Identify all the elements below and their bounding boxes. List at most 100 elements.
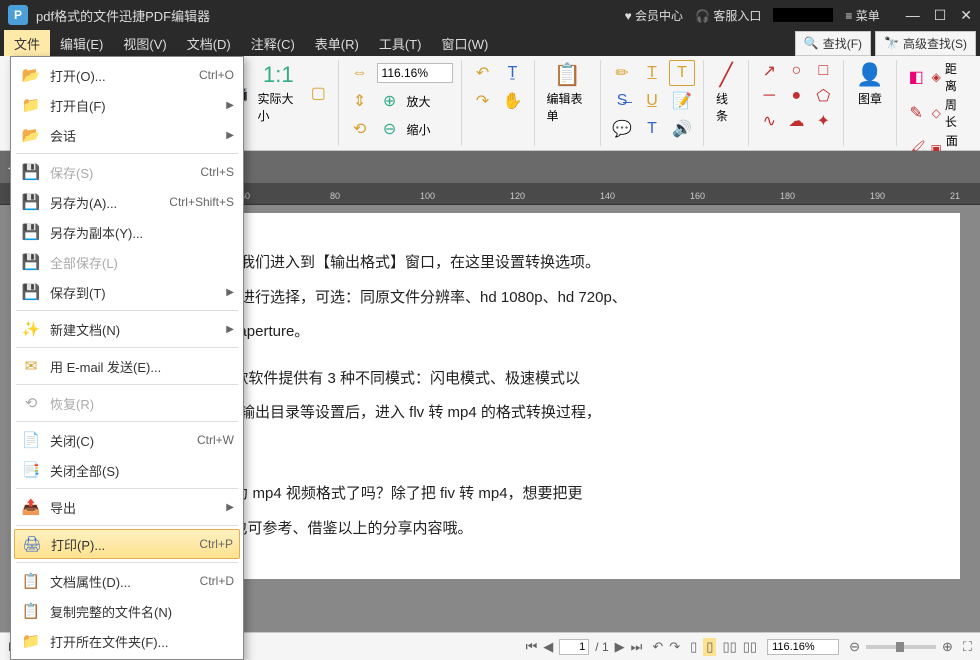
restore-icon: ⟲ — [20, 394, 42, 412]
stamp-button[interactable]: 👤 图章 — [852, 60, 887, 109]
zoom-combo[interactable] — [377, 63, 453, 83]
redo-icon[interactable]: ↷ — [470, 88, 496, 114]
text-highlight-icon[interactable]: T̲ — [639, 60, 665, 86]
form-icon: 📋 — [554, 62, 581, 88]
text-box-icon[interactable]: T — [669, 60, 695, 86]
callout-icon[interactable]: 💬 — [609, 116, 635, 142]
actual-size-button[interactable]: 1:1 实际大小 — [254, 60, 304, 126]
menu-comment[interactable]: 注释(C) — [241, 30, 305, 57]
advanced-find-button[interactable]: 🔭高级查找(S) — [875, 31, 976, 56]
menu-window[interactable]: 窗口(W) — [431, 30, 498, 57]
search-icon: 🔍 — [804, 36, 819, 50]
polygon-icon[interactable]: ⬠ — [811, 85, 835, 107]
layout-single-icon[interactable]: ▯ — [690, 639, 697, 655]
eraser-icon[interactable]: ◧ — [905, 64, 928, 90]
fit-height-icon[interactable]: ⇕ — [347, 88, 373, 114]
find-button[interactable]: 🔍查找(F) — [795, 31, 871, 56]
titlebar: P pdf格式的文件迅捷PDF编辑器 ♥ 会员中心 🎧 客服入口 ≡ 菜单 — … — [0, 0, 980, 30]
highlight-icon[interactable]: ✏ — [609, 60, 635, 86]
pencil-icon[interactable]: ✎ — [905, 100, 928, 126]
page-total: / 1 — [595, 640, 608, 654]
layout-facing-icon[interactable]: ▯▯ — [722, 639, 736, 655]
prev-page-icon[interactable]: ◀ — [543, 639, 553, 655]
file-menu-dropdown: 📂打开(O)...Ctrl+O 📁打开自(F)▶ 📂会话▶ 💾保存(S)Ctrl… — [10, 56, 244, 660]
cloud-icon[interactable]: ☁ — [784, 110, 808, 132]
menu-edit[interactable]: 编辑(E) — [50, 30, 113, 57]
square-icon[interactable]: □ — [811, 60, 835, 82]
underline-icon[interactable]: U̲ — [639, 88, 665, 114]
hamburger-menu[interactable]: ≡ 菜单 — [845, 7, 879, 24]
session-icon: 📂 — [20, 126, 42, 144]
minimize-button[interactable]: — — [906, 7, 920, 24]
zoom-slider[interactable] — [866, 645, 936, 649]
distance-icon[interactable]: ◈ — [932, 70, 941, 84]
close-window-button[interactable]: ✕ — [960, 7, 972, 24]
menu-new-doc[interactable]: ✨新建文档(N)▶ — [14, 314, 240, 344]
lines-button[interactable]: ╱ 线条 — [712, 60, 740, 126]
menu-email[interactable]: ✉用 E-mail 发送(E)... — [14, 351, 240, 381]
menu-session[interactable]: 📂会话▶ — [14, 120, 240, 150]
menu-save-as[interactable]: 💾另存为(A)...Ctrl+Shift+S — [14, 187, 240, 217]
save-to-icon: 💾 — [20, 283, 42, 301]
strikethrough-icon[interactable]: S̶ — [609, 88, 635, 114]
arrow-icon[interactable]: ↗ — [757, 60, 781, 82]
support-link[interactable]: 🎧 客服入口 — [695, 7, 761, 24]
fullscreen-icon[interactable]: ⛶ — [963, 639, 972, 655]
edit-form-button[interactable]: 📋 编辑表单 — [543, 60, 592, 126]
zoom-in-status-icon[interactable]: ⊕ — [942, 639, 953, 655]
ellipse-icon[interactable]: ○ — [784, 60, 808, 82]
folder-icon: 📁 — [20, 632, 42, 650]
menu-form[interactable]: 表单(R) — [305, 30, 369, 57]
menu-save-copy[interactable]: 💾另存为副本(Y)... — [14, 217, 240, 247]
menu-print[interactable]: 🖨打印(P)...Ctrl+P — [14, 529, 240, 559]
zoom-out-status-icon[interactable]: ⊖ — [849, 639, 860, 655]
layout-cont-facing-icon[interactable]: ▯▯ — [743, 639, 757, 655]
zoom-in-icon[interactable]: ⊕ — [377, 88, 403, 114]
layout-continuous-icon[interactable]: ▯ — [703, 638, 716, 656]
fit-page-icon[interactable]: ▢ — [307, 80, 329, 106]
first-page-icon[interactable]: ⏮ — [526, 639, 538, 655]
menu-export[interactable]: 📤导出▶ — [14, 492, 240, 522]
rotate-icon[interactable]: ⟲ — [347, 116, 373, 142]
typewriter-icon[interactable]: T — [639, 116, 665, 142]
member-center-link[interactable]: ♥ 会员中心 — [625, 7, 683, 24]
maximize-button[interactable]: ☐ — [934, 7, 947, 24]
sound-icon[interactable]: 🔊 — [669, 116, 695, 142]
next-page-icon[interactable]: ▶ — [615, 639, 625, 655]
menu-restore[interactable]: ⟲恢复(R) — [14, 388, 240, 418]
undo-icon[interactable]: ↶ — [470, 60, 496, 86]
menu-view[interactable]: 视图(V) — [113, 30, 176, 57]
text-select-icon[interactable]: Ṯ — [500, 60, 526, 86]
zoom-out-label: 缩小 — [407, 121, 431, 138]
user-area[interactable] — [773, 8, 833, 22]
hand-icon[interactable]: ✋ — [500, 88, 526, 114]
zoom-out-icon[interactable]: ⊖ — [377, 116, 403, 142]
page-number-input[interactable] — [559, 639, 589, 655]
menu-open[interactable]: 📂打开(O)...Ctrl+O — [14, 60, 240, 90]
circle-icon[interactable]: ● — [784, 85, 808, 107]
menu-close[interactable]: 📄关闭(C)Ctrl+W — [14, 425, 240, 455]
menu-close-all[interactable]: 📑关闭全部(S) — [14, 455, 240, 485]
menu-copy-filename[interactable]: 📋复制完整的文件名(N) — [14, 596, 240, 626]
perimeter-icon[interactable]: ◇ — [932, 106, 941, 120]
menu-open-folder[interactable]: 📁打开所在文件夹(F)... — [14, 626, 240, 656]
fit-width-icon[interactable]: ⇔ — [347, 60, 373, 86]
menu-doc-props[interactable]: 📋文档属性(D)...Ctrl+D — [14, 566, 240, 596]
menu-file[interactable]: 文件 — [4, 30, 50, 57]
menu-open-from[interactable]: 📁打开自(F)▶ — [14, 90, 240, 120]
curve-icon[interactable]: ∿ — [757, 110, 781, 132]
status-zoom-combo[interactable] — [767, 639, 839, 655]
actual-size-icon: 1:1 — [263, 62, 294, 88]
menu-document[interactable]: 文档(D) — [177, 30, 241, 57]
menu-save[interactable]: 💾保存(S)Ctrl+S — [14, 157, 240, 187]
back-nav-icon[interactable]: ↶ — [652, 639, 663, 655]
menu-tool[interactable]: 工具(T) — [369, 30, 432, 57]
star-icon[interactable]: ✦ — [811, 110, 835, 132]
window-title: pdf格式的文件迅捷PDF编辑器 — [36, 6, 625, 25]
note-icon[interactable]: 📝 — [669, 88, 695, 114]
menu-save-all[interactable]: 💾全部保存(L) — [14, 247, 240, 277]
menu-save-to[interactable]: 💾保存到(T)▶ — [14, 277, 240, 307]
forward-nav-icon[interactable]: ↷ — [669, 639, 680, 655]
last-page-icon[interactable]: ⏭ — [631, 639, 643, 655]
line-shape-icon[interactable]: ─ — [757, 85, 781, 107]
